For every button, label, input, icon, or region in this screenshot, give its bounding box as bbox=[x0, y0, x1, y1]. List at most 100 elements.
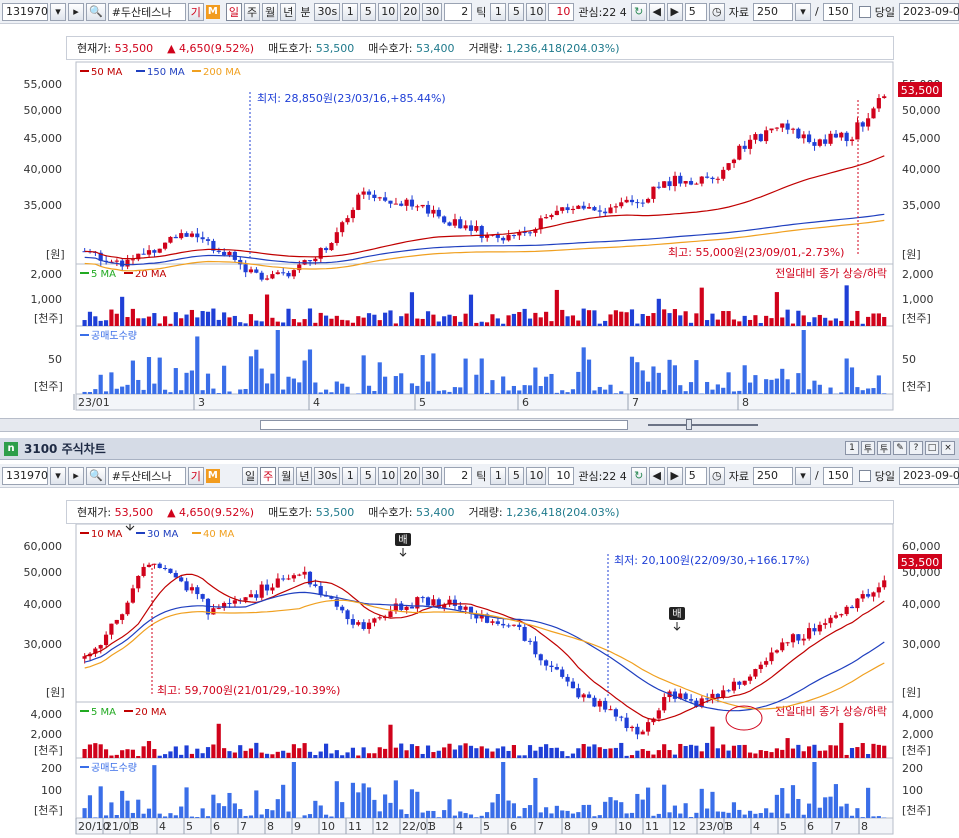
data-count-dropdown-icon-2[interactable]: ▾ bbox=[795, 466, 812, 485]
candle-body bbox=[281, 578, 286, 580]
today-checkbox-2[interactable] bbox=[858, 469, 871, 482]
short-tick-label-right: 200 bbox=[902, 762, 923, 775]
chart-scrollbar[interactable] bbox=[0, 418, 959, 432]
window-maximize-icon[interactable]: □ bbox=[925, 441, 939, 455]
period-year-button-2[interactable]: 년 bbox=[296, 466, 313, 485]
m-icon[interactable]: M bbox=[205, 4, 220, 19]
num-30-button[interactable]: 30 bbox=[422, 2, 443, 21]
period-week-button-2[interactable]: 주 bbox=[260, 466, 277, 485]
stock-name-field-2[interactable]: #두산테스나 bbox=[107, 466, 186, 485]
candle-body bbox=[662, 697, 667, 711]
volume-bar bbox=[248, 748, 254, 758]
num-30-button-2[interactable]: 30 bbox=[422, 466, 443, 485]
num-20-button[interactable]: 20 bbox=[400, 2, 421, 21]
total-count-input[interactable]: 150 bbox=[822, 2, 853, 21]
window-help-icon[interactable]: ? bbox=[909, 441, 923, 455]
candle-body bbox=[275, 578, 280, 588]
tick-1-button[interactable]: 1 bbox=[490, 2, 507, 21]
search-icon[interactable]: 🔍 bbox=[86, 2, 106, 21]
num-20-button-2[interactable]: 20 bbox=[400, 466, 421, 485]
minute-value-button[interactable]: 30 s bbox=[314, 2, 341, 21]
data-count-select[interactable]: 250 bbox=[753, 2, 794, 21]
search-icon-2[interactable]: 🔍 bbox=[86, 466, 106, 485]
window-btn-tool2[interactable]: 투 bbox=[877, 441, 891, 455]
short-bar bbox=[576, 371, 581, 394]
stock-code-input-2[interactable]: 131970 bbox=[2, 466, 48, 485]
candle-body bbox=[560, 207, 565, 211]
date-input-2[interactable]: 2023-09-0 bbox=[899, 466, 959, 485]
candle-body bbox=[506, 625, 511, 627]
window-close-icon[interactable]: × bbox=[941, 441, 955, 455]
data-count-dropdown-icon[interactable]: ▾ bbox=[795, 2, 812, 21]
period-week-button[interactable]: 주 bbox=[243, 2, 261, 21]
tick-count-input[interactable]: 2 bbox=[444, 2, 473, 21]
tick-5-button[interactable]: 5 bbox=[508, 2, 525, 21]
gi-button[interactable]: 기 bbox=[187, 2, 204, 21]
gi-button-2[interactable]: 기 bbox=[187, 466, 204, 485]
window-btn-edit[interactable]: ✎ bbox=[893, 441, 907, 455]
prev-button[interactable]: ◀ bbox=[648, 2, 665, 21]
short-bar bbox=[715, 811, 720, 818]
next-button-2[interactable]: ▶ bbox=[666, 466, 683, 485]
period-day-button-2[interactable]: 일 bbox=[241, 466, 259, 485]
window-btn-tool[interactable]: 투 bbox=[861, 441, 875, 455]
volume-bar bbox=[715, 319, 720, 326]
period-month-button-2[interactable]: 월 bbox=[278, 466, 295, 485]
candle-body bbox=[329, 243, 334, 251]
stock-name-field[interactable]: #두산테스나 bbox=[107, 2, 186, 21]
ask-price: 53,500 bbox=[315, 42, 355, 55]
tick-10-button[interactable]: 10 bbox=[526, 2, 547, 21]
data-count-select-2[interactable]: 250 bbox=[753, 466, 794, 485]
volume-bar bbox=[82, 748, 87, 758]
clock-icon[interactable]: ◷ bbox=[708, 2, 725, 21]
period-day-button[interactable]: 일 bbox=[225, 2, 242, 21]
refresh-icon[interactable]: ↻ bbox=[630, 2, 647, 21]
clock-icon-2[interactable]: ◷ bbox=[708, 466, 725, 485]
step-input[interactable]: 5 bbox=[684, 2, 707, 21]
code-dropdown-button[interactable]: ▾ bbox=[50, 2, 66, 21]
zoom-slider[interactable] bbox=[648, 424, 758, 426]
num-1-button[interactable]: 1 bbox=[342, 2, 359, 21]
tick-1-button-2[interactable]: 1 bbox=[490, 466, 507, 485]
period-year-button[interactable]: 년 bbox=[280, 2, 297, 21]
minute-value-button-2[interactable]: 30 s bbox=[314, 466, 341, 485]
num-5-button-2[interactable]: 5 bbox=[360, 466, 377, 485]
next-arrow-button-2[interactable]: ▸ bbox=[68, 466, 84, 485]
short-bar bbox=[812, 380, 817, 394]
num-5-button[interactable]: 5 bbox=[360, 2, 377, 21]
num-10-button[interactable]: 10 bbox=[378, 2, 399, 21]
today-checkbox[interactable] bbox=[858, 5, 871, 18]
scroll-thumb[interactable] bbox=[260, 420, 628, 430]
stock-code-input[interactable]: 131970 bbox=[2, 2, 48, 21]
short-bar bbox=[817, 384, 822, 394]
zoom-slider-handle[interactable] bbox=[686, 419, 692, 430]
m-icon-2[interactable]: M bbox=[205, 468, 220, 483]
weekly-chart[interactable]: 60,000 60,00050,000 50,00040,000 40,00030,0… bbox=[0, 524, 959, 838]
next-arrow-button[interactable]: ▸ bbox=[68, 2, 84, 21]
prev-button-2[interactable]: ◀ bbox=[648, 466, 665, 485]
code-dropdown-button-2[interactable]: ▾ bbox=[50, 466, 66, 485]
short-tick-label-left: 100 bbox=[41, 784, 62, 797]
tick-10-button-2[interactable]: 10 bbox=[526, 466, 547, 485]
short-bar bbox=[860, 390, 865, 394]
refresh-icon-2[interactable]: ↻ bbox=[630, 466, 647, 485]
daily-chart[interactable]: 55,00055,00050,00050,00045,00045,00040,0… bbox=[0, 60, 959, 418]
next-button[interactable]: ▶ bbox=[666, 2, 683, 21]
step-input-2[interactable]: 5 bbox=[684, 466, 707, 485]
tick-5-button-2[interactable]: 5 bbox=[508, 466, 525, 485]
tick-input[interactable]: 10 bbox=[548, 2, 575, 21]
candle-body bbox=[646, 198, 651, 203]
candle-body bbox=[447, 222, 452, 226]
short-bar bbox=[157, 813, 162, 818]
total-count-input-2[interactable]: 150 bbox=[822, 466, 853, 485]
short-bar bbox=[114, 815, 119, 818]
tick-input-2[interactable]: 10 bbox=[548, 466, 575, 485]
period-month-button[interactable]: 월 bbox=[262, 2, 279, 21]
date-input[interactable]: 2023-09-0 bbox=[899, 2, 959, 21]
short-bar bbox=[758, 393, 763, 394]
tick-count-input-2[interactable]: 2 bbox=[444, 466, 473, 485]
num-10-button-2[interactable]: 10 bbox=[378, 466, 399, 485]
num-1-button-2[interactable]: 1 bbox=[342, 466, 359, 485]
short-bar bbox=[141, 813, 146, 818]
window-btn-1[interactable]: 1 bbox=[845, 441, 859, 455]
